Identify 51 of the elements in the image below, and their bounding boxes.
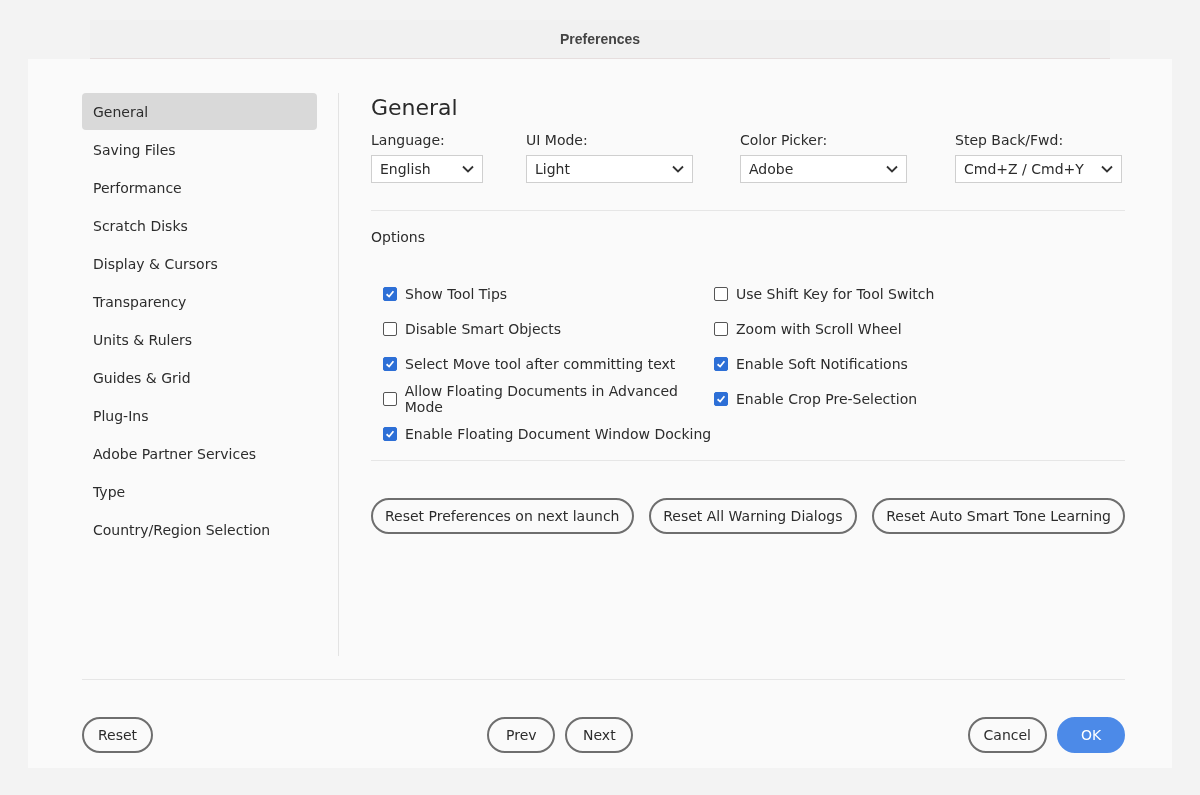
reset-button[interactable]: Reset All Warning Dialogs <box>649 498 857 534</box>
checkbox-option[interactable]: Show Tool Tips <box>383 283 714 304</box>
reset-button[interactable]: Reset <box>82 717 154 753</box>
sidebar-item[interactable]: Guides & Grid <box>82 359 317 396</box>
group-heading: Options <box>371 229 427 245</box>
window-title: Preferences <box>559 31 641 47</box>
checkbox[interactable] <box>383 321 397 336</box>
chevron-down-icon <box>462 165 474 173</box>
sidebar-item[interactable]: Plug-Ins <box>82 397 317 434</box>
sidebar-item[interactable]: Country/Region Selection <box>82 511 317 548</box>
reset-button[interactable]: Reset Auto Smart Tone Learning <box>872 498 1125 534</box>
dropdown[interactable]: Light <box>526 155 693 183</box>
field-label: UI Mode: <box>526 132 589 148</box>
checkbox-option[interactable]: Enable Crop Pre-Selection <box>714 388 935 409</box>
checkbox-option[interactable]: Enable Floating Document Window Docking <box>383 423 714 444</box>
nav-button[interactable]: Next <box>565 717 634 753</box>
checkbox[interactable] <box>714 321 728 336</box>
checkbox-option[interactable]: Enable Soft Notifications <box>714 353 935 374</box>
checkbox-option[interactable]: Select Move tool after committing text <box>383 353 714 374</box>
sidebar-item[interactable]: General <box>82 93 317 130</box>
field-label: Language: <box>371 132 446 148</box>
checkbox[interactable] <box>714 286 728 301</box>
sidebar-item[interactable]: Adobe Partner Services <box>82 435 317 472</box>
section-heading: General <box>371 94 459 122</box>
dropdown[interactable]: English <box>371 155 483 183</box>
sidebar-item[interactable]: Display & Cursors <box>82 245 317 282</box>
chevron-down-icon <box>886 165 898 173</box>
dropdown[interactable]: Adobe <box>740 155 907 183</box>
field-label: Step Back/Fwd: <box>955 132 1065 148</box>
checkbox[interactable] <box>383 356 397 371</box>
checkbox[interactable] <box>383 426 397 441</box>
reset-button[interactable]: Reset Preferences on next launch <box>371 498 634 534</box>
checkbox-option[interactable]: Use Shift Key for Tool Switch <box>714 283 935 304</box>
sidebar-item[interactable]: Scratch Disks <box>82 207 317 244</box>
chevron-down-icon <box>672 165 684 173</box>
field-label: Color Picker: <box>740 132 829 148</box>
checkbox-option[interactable]: Disable Smart Objects <box>383 318 714 339</box>
chevron-down-icon <box>1101 165 1113 173</box>
nav-button[interactable]: Prev <box>487 717 556 753</box>
checkbox-option[interactable]: Zoom with Scroll Wheel <box>714 318 935 339</box>
sidebar-item[interactable]: Performance <box>82 169 317 206</box>
sidebar-item[interactable]: Type <box>82 473 317 510</box>
sidebar-item[interactable]: Units & Rulers <box>82 321 317 358</box>
sidebar-item[interactable]: Transparency <box>82 283 317 320</box>
checkbox[interactable] <box>383 286 397 301</box>
sidebar-item[interactable]: Saving Files <box>82 131 317 168</box>
cancel-button[interactable]: Cancel <box>967 717 1047 753</box>
checkbox[interactable] <box>383 391 397 406</box>
checkbox[interactable] <box>714 391 728 406</box>
dropdown[interactable]: Cmd+Z / Cmd+Y <box>955 155 1122 183</box>
checkbox[interactable] <box>714 356 728 371</box>
